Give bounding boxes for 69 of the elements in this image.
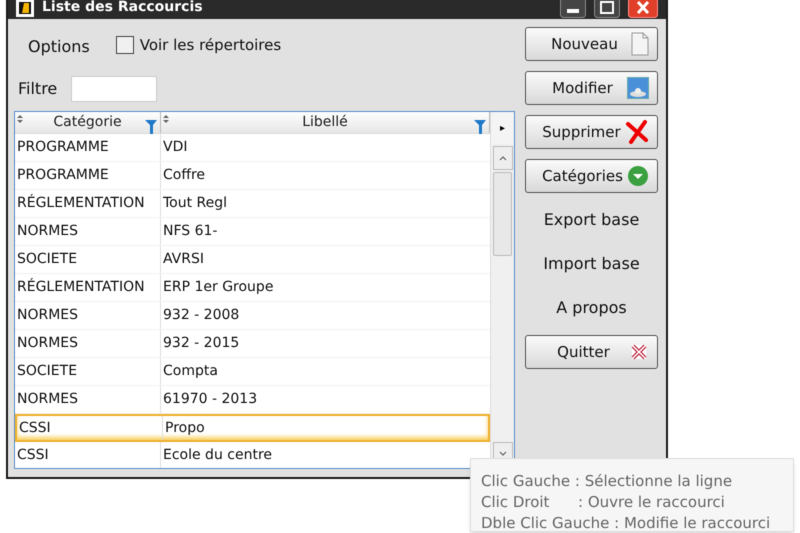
maximize-icon[interactable] [594, 0, 620, 18]
menu-link[interactable]: Export base [525, 203, 658, 237]
filter-label: Filtre [18, 78, 58, 100]
table-cell-text: Ecole du centre [162, 446, 274, 465]
table-cell: PROGRAMME [15, 162, 161, 189]
table-row[interactable]: NORMES 932 - 2015 [15, 330, 490, 358]
table-cell-text: 932 - 2015 [162, 334, 240, 353]
page-icon [631, 32, 649, 56]
table-row[interactable]: NORMES NFS 61- [15, 218, 490, 246]
table-row[interactable]: PROGRAMME VDI [15, 134, 490, 162]
table-cell-text: ERP 1er Groupe [162, 278, 274, 297]
minimize-icon[interactable] [560, 0, 586, 18]
table-cell-text: VDI [162, 138, 188, 157]
tooltip-line: Dble Clic Gauche : Modifie le raccourci [481, 513, 772, 533]
action-button[interactable]: Nouveau [525, 27, 658, 61]
table-cell-text: AVRSI [162, 250, 206, 269]
show-folders-checkbox[interactable]: Voir les répertoires [116, 34, 282, 56]
tooltip-line: Clic Gauche : Sélectionne la ligne [481, 471, 734, 492]
table-row[interactable]: NORMES 61970 - 2013 [15, 386, 490, 414]
action-button[interactable]: Catégories [525, 159, 658, 193]
table-cell-text: Coffre [162, 166, 206, 185]
close-icon[interactable] [628, 0, 658, 18]
filter-field[interactable] [71, 76, 158, 102]
scroll-thumb[interactable] [493, 172, 512, 256]
close-icon [629, 342, 649, 362]
table-cell: NORMES [15, 218, 161, 245]
menu-link[interactable]: A propos [525, 291, 658, 325]
table-cell: CSSI [15, 442, 161, 468]
column-chooser[interactable]: ▸ [491, 112, 514, 144]
column-header[interactable]: Catégorie [15, 112, 161, 133]
table-row[interactable]: RÉGLEMENTATION Tout Regl [15, 190, 490, 218]
filter-icon[interactable] [145, 120, 157, 134]
table-row[interactable]: PROGRAMME Coffre [15, 162, 490, 190]
sort-icon[interactable] [163, 115, 169, 123]
action-button[interactable]: Quitter [525, 335, 658, 369]
down-circle-icon [627, 165, 649, 187]
table-row[interactable]: NORMES 932 - 2008 [15, 302, 490, 330]
table-cell: SOCIETE [15, 358, 161, 385]
table-row[interactable]: SOCIETE AVRSI [15, 246, 490, 274]
sort-icon[interactable] [17, 115, 23, 123]
table-row[interactable]: SOCIETE Compta [15, 358, 490, 386]
checkbox[interactable] [116, 36, 134, 54]
table-cell-text: Propo [164, 418, 206, 438]
table-cell: NORMES [15, 302, 161, 329]
action-button[interactable]: Supprimer [525, 115, 658, 149]
column-header[interactable]: Libellé [161, 112, 490, 133]
table-cell-text: Compta [162, 362, 219, 381]
tooltip-line: Clic Droit : Ouvre le raccourci [481, 492, 726, 513]
app-icon [16, 0, 34, 16]
table-cell-text: NFS 61- [162, 222, 218, 241]
table-cell: RÉGLEMENTATION [15, 274, 161, 301]
options-menu[interactable]: Options [28, 35, 90, 59]
table-row[interactable]: RÉGLEMENTATION ERP 1er Groupe [15, 274, 490, 302]
table-cell: CSSI [17, 416, 163, 440]
menu-link[interactable]: Import base [525, 247, 658, 281]
table-cell: PROGRAMME [15, 134, 161, 161]
filter-icon[interactable] [474, 120, 486, 134]
action-button[interactable]: Modifier [525, 71, 658, 105]
picture-icon [627, 77, 649, 99]
table-cell: SOCIETE [15, 246, 161, 273]
table-cell-text: Tout Regl [162, 194, 228, 213]
table-cell-text: 932 - 2008 [162, 306, 240, 325]
table-cell: NORMES [15, 386, 161, 413]
table-row[interactable]: CSSI Propo [15, 414, 490, 442]
table-cell-text: 61970 - 2013 [162, 390, 258, 409]
table-cell: NORMES [15, 330, 161, 357]
window-title: Liste des Raccourcis [42, 0, 203, 17]
cross-icon [625, 120, 649, 144]
table-cell: RÉGLEMENTATION [15, 190, 161, 217]
